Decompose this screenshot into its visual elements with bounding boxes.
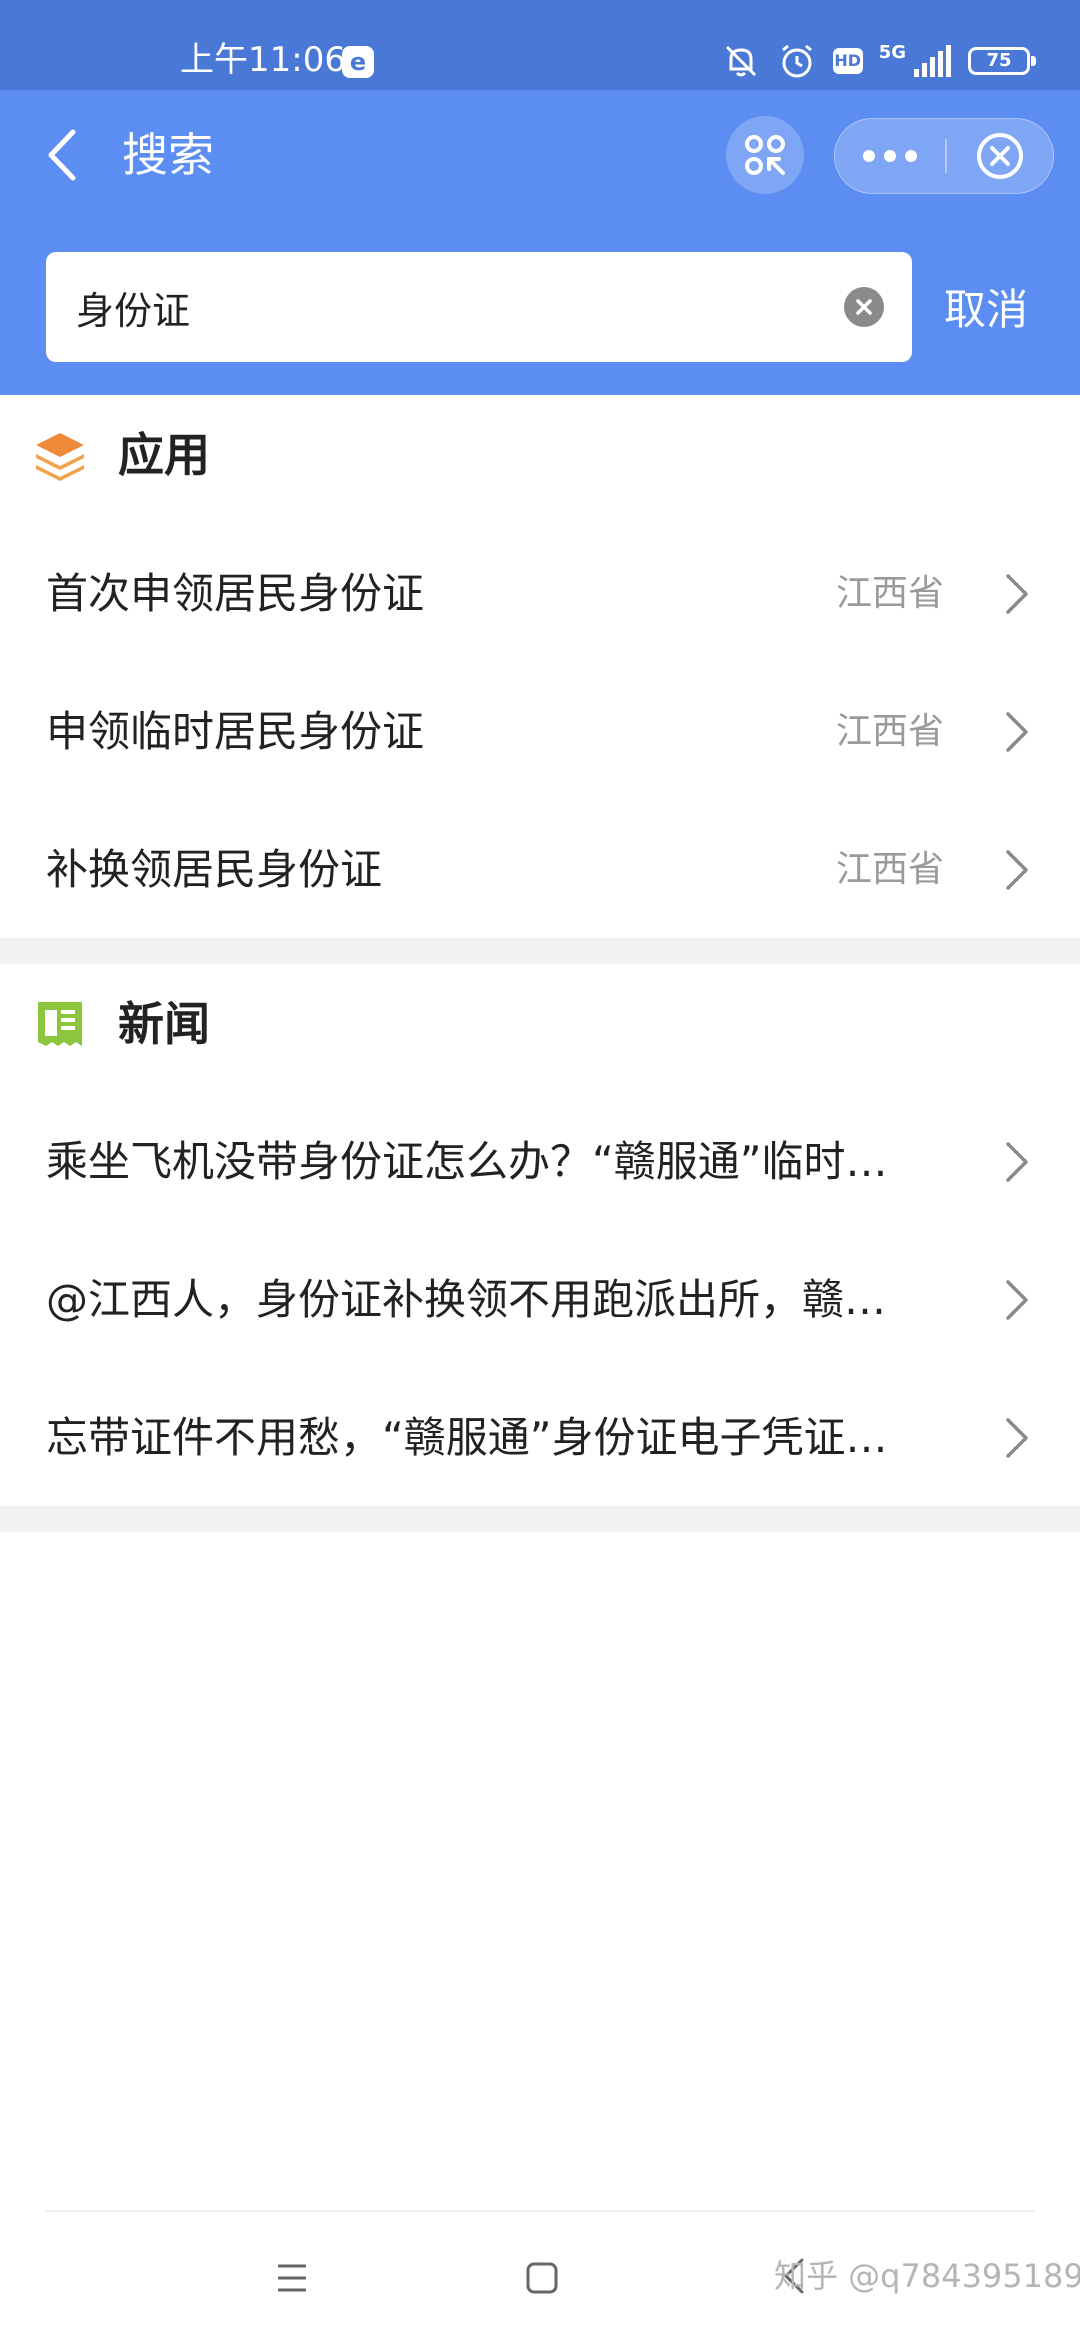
signal-icon	[914, 45, 951, 77]
mute-bell-icon	[725, 45, 756, 77]
app-result-item[interactable]: 首次申领居民身份证 江西省	[0, 524, 1080, 662]
apps-section-header: 应用	[0, 395, 1080, 515]
page-title: 搜索	[122, 128, 214, 182]
chevron-left-icon	[48, 129, 76, 181]
more-dots-icon	[863, 150, 917, 162]
app-result-item[interactable]: 补换领居民身份证 江西省	[0, 800, 1080, 938]
clear-icon	[856, 299, 872, 315]
cancel-button[interactable]: 取消	[944, 282, 1028, 338]
scan-icon	[745, 135, 785, 175]
alarm-clock-icon	[781, 44, 812, 78]
app-result-label: 首次申领居民身份证	[46, 569, 425, 618]
section-title: 新闻	[118, 997, 210, 1051]
chevron-right-icon	[1006, 1142, 1028, 1182]
chevron-right-icon	[1006, 1418, 1028, 1458]
region-label: 江西省	[835, 849, 944, 890]
chevron-right-icon	[1006, 1280, 1028, 1320]
header: 搜索 身份证 取消	[0, 90, 1080, 395]
app-result-item[interactable]: 申领临时居民身份证 江西省	[0, 662, 1080, 800]
section-title: 应用	[118, 428, 210, 482]
network-type: 5G	[878, 42, 906, 63]
home-icon[interactable]	[524, 2260, 560, 2296]
region-label: 江西省	[835, 711, 944, 752]
mini-program-capsule	[834, 118, 1054, 194]
section-divider	[0, 1506, 1080, 1532]
close-miniprogram-button[interactable]	[947, 119, 1053, 193]
battery-icon: 75	[968, 47, 1036, 75]
status-time: 上午11:06	[180, 40, 346, 80]
news-result-label: @江西人，身份证补换领不用跑派出所，赣…	[46, 1275, 887, 1324]
section-divider	[0, 938, 1080, 964]
app-result-label: 补换领居民身份证	[46, 845, 383, 894]
news-result-item[interactable]: @江西人，身份证补换领不用跑派出所，赣…	[0, 1230, 1080, 1368]
search-input[interactable]	[76, 252, 836, 362]
more-button[interactable]	[835, 119, 945, 193]
news-result-label: 忘带证件不用愁，“赣服通”身份证电子凭证…	[46, 1413, 888, 1462]
hd-badge: HD	[832, 48, 863, 74]
news-result-label: 乘坐飞机没带身份证怎么办？“赣服通”临时…	[46, 1137, 888, 1186]
status-icons: HD 5G 75	[721, 38, 1036, 84]
news-result-item[interactable]: 乘坐飞机没带身份证怎么办？“赣服通”临时…	[0, 1092, 1080, 1230]
chevron-right-icon	[1006, 574, 1028, 614]
news-section-header: 新闻	[0, 964, 1080, 1084]
scan-button[interactable]	[726, 116, 804, 194]
menu-icon[interactable]	[274, 2260, 310, 2296]
app-result-label: 申领临时居民身份证	[46, 707, 425, 756]
watermark: 知乎 @q784395189	[774, 2257, 1080, 2295]
app-notification-badge: e	[342, 46, 374, 78]
news-icon	[38, 1002, 82, 1046]
chevron-right-icon	[1006, 712, 1028, 752]
region-label: 江西省	[835, 573, 944, 614]
news-result-item[interactable]: 忘带证件不用愁，“赣服通”身份证电子凭证…	[0, 1368, 1080, 1506]
layers-icon	[36, 433, 84, 481]
search-box	[46, 252, 912, 362]
battery-level: 75	[986, 50, 1012, 71]
chevron-right-icon	[1006, 850, 1028, 890]
clear-search-button[interactable]	[844, 287, 884, 327]
close-circle-icon	[977, 133, 1023, 179]
back-button[interactable]	[36, 120, 86, 190]
status-bar: 上午11:06 e HD 5G 75	[0, 0, 1080, 90]
nav-divider	[46, 2210, 1034, 2212]
